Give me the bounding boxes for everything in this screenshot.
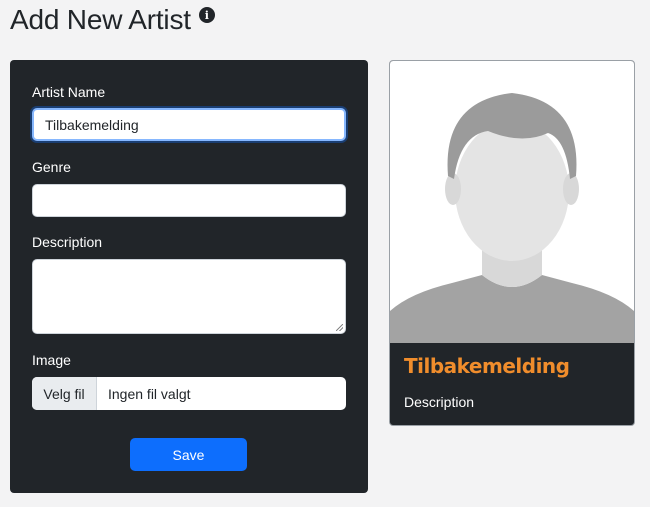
description-textarea[interactable] — [32, 259, 346, 334]
artist-name-input[interactable] — [32, 108, 346, 141]
page-title: Add New Artist — [10, 4, 191, 35]
person-silhouette-icon — [390, 61, 634, 343]
description-label: Description — [32, 234, 103, 250]
genre-input[interactable] — [32, 184, 346, 217]
artist-preview-card: Tilbakemelding Description — [389, 60, 635, 426]
artist-form: Artist Name Genre Description Image Velg… — [10, 60, 368, 493]
page-header: Add New Artist i — [10, 4, 215, 36]
artist-name-label: Artist Name — [32, 84, 106, 100]
image-label: Image — [32, 352, 71, 368]
info-icon[interactable]: i — [198, 7, 215, 23]
preview-description: Description — [404, 394, 475, 410]
resize-grip-icon[interactable] — [336, 324, 343, 331]
save-button[interactable]: Save — [130, 438, 247, 471]
genre-label: Genre — [32, 159, 71, 175]
preview-artist-name: Tilbakemelding — [404, 354, 570, 378]
image-file-input[interactable]: Velg fil Ingen fil valgt — [32, 377, 346, 410]
file-status-text: Ingen fil valgt — [108, 385, 191, 402]
choose-file-button[interactable]: Velg fil — [32, 377, 97, 410]
